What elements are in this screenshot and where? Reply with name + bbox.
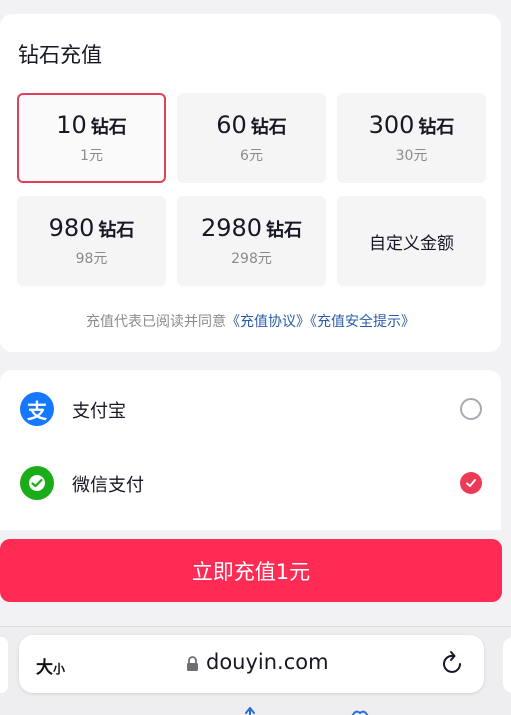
package-price: 298元 xyxy=(231,251,272,267)
package-amount: 2980 xyxy=(200,214,263,242)
radio-unchecked[interactable] xyxy=(460,398,482,420)
text-size-button[interactable]: 大小 xyxy=(36,653,65,678)
agreement-text: 充值代表已阅读并同意 xyxy=(86,314,226,330)
recharge-agreement-link[interactable]: 《充值协议》 xyxy=(226,314,310,330)
alipay-icon: 支 xyxy=(20,392,54,426)
browser-bar: 大小 douyin.com xyxy=(0,626,511,715)
package-unit: 钻石 xyxy=(90,117,127,138)
package-unit: 钻石 xyxy=(418,117,455,138)
previous-tab[interactable] xyxy=(0,637,8,693)
custom-amount-label: 自定义金额 xyxy=(369,233,454,254)
payment-label: 支付宝 xyxy=(72,401,126,422)
payment-label: 微信支付 xyxy=(72,475,144,496)
package-option-980[interactable]: 980 钻石 98元 xyxy=(17,196,166,286)
package-option-60[interactable]: 60 钻石 6元 xyxy=(177,93,326,183)
share-icon[interactable] xyxy=(240,707,260,715)
url-text: douyin.com xyxy=(206,650,329,674)
radio-checked[interactable] xyxy=(460,472,482,494)
package-option-2980[interactable]: 2980 钻石 298元 xyxy=(177,196,326,286)
package-amount: 60 xyxy=(216,111,247,139)
next-tab[interactable] xyxy=(503,637,511,693)
package-price: 6元 xyxy=(240,148,263,164)
payment-option-wechat[interactable]: 微信支付 xyxy=(0,462,501,502)
payment-methods-card: 支 支付宝 微信支付 xyxy=(0,370,501,530)
bookmarks-icon[interactable] xyxy=(350,707,370,715)
package-price: 98元 xyxy=(75,251,108,267)
recharge-page: 钻石充值 10 钻石 1元 60 钻石 6元 300 钻石 30元 980 钻石… xyxy=(0,0,511,715)
page-title: 钻石充值 xyxy=(18,43,102,67)
package-unit: 钻石 xyxy=(250,117,287,138)
check-icon xyxy=(466,479,476,487)
package-amount: 980 xyxy=(48,214,95,242)
package-price: 30元 xyxy=(395,148,428,164)
package-unit: 钻石 xyxy=(266,220,303,241)
recharge-submit-button[interactable]: 立即充值1元 xyxy=(0,539,502,602)
package-unit: 钻石 xyxy=(98,220,135,241)
package-amount: 10 xyxy=(56,111,87,139)
package-option-custom[interactable]: 自定义金额 xyxy=(337,196,486,286)
address-bar[interactable]: 大小 douyin.com xyxy=(19,635,484,693)
package-amount: 300 xyxy=(368,111,415,139)
reload-icon[interactable] xyxy=(441,650,465,676)
package-price: 1元 xyxy=(80,148,103,164)
agreement-notice: 充值代表已阅读并同意《充值协议》《充值安全提示》 xyxy=(0,311,501,331)
wechat-pay-icon xyxy=(20,466,54,500)
package-option-300[interactable]: 300 钻石 30元 xyxy=(337,93,486,183)
payment-option-alipay[interactable]: 支 支付宝 xyxy=(0,388,501,428)
package-option-10[interactable]: 10 钻石 1元 xyxy=(17,93,166,183)
lock-icon xyxy=(187,656,198,671)
safety-tips-link[interactable]: 《充值安全提示》 xyxy=(310,314,415,330)
